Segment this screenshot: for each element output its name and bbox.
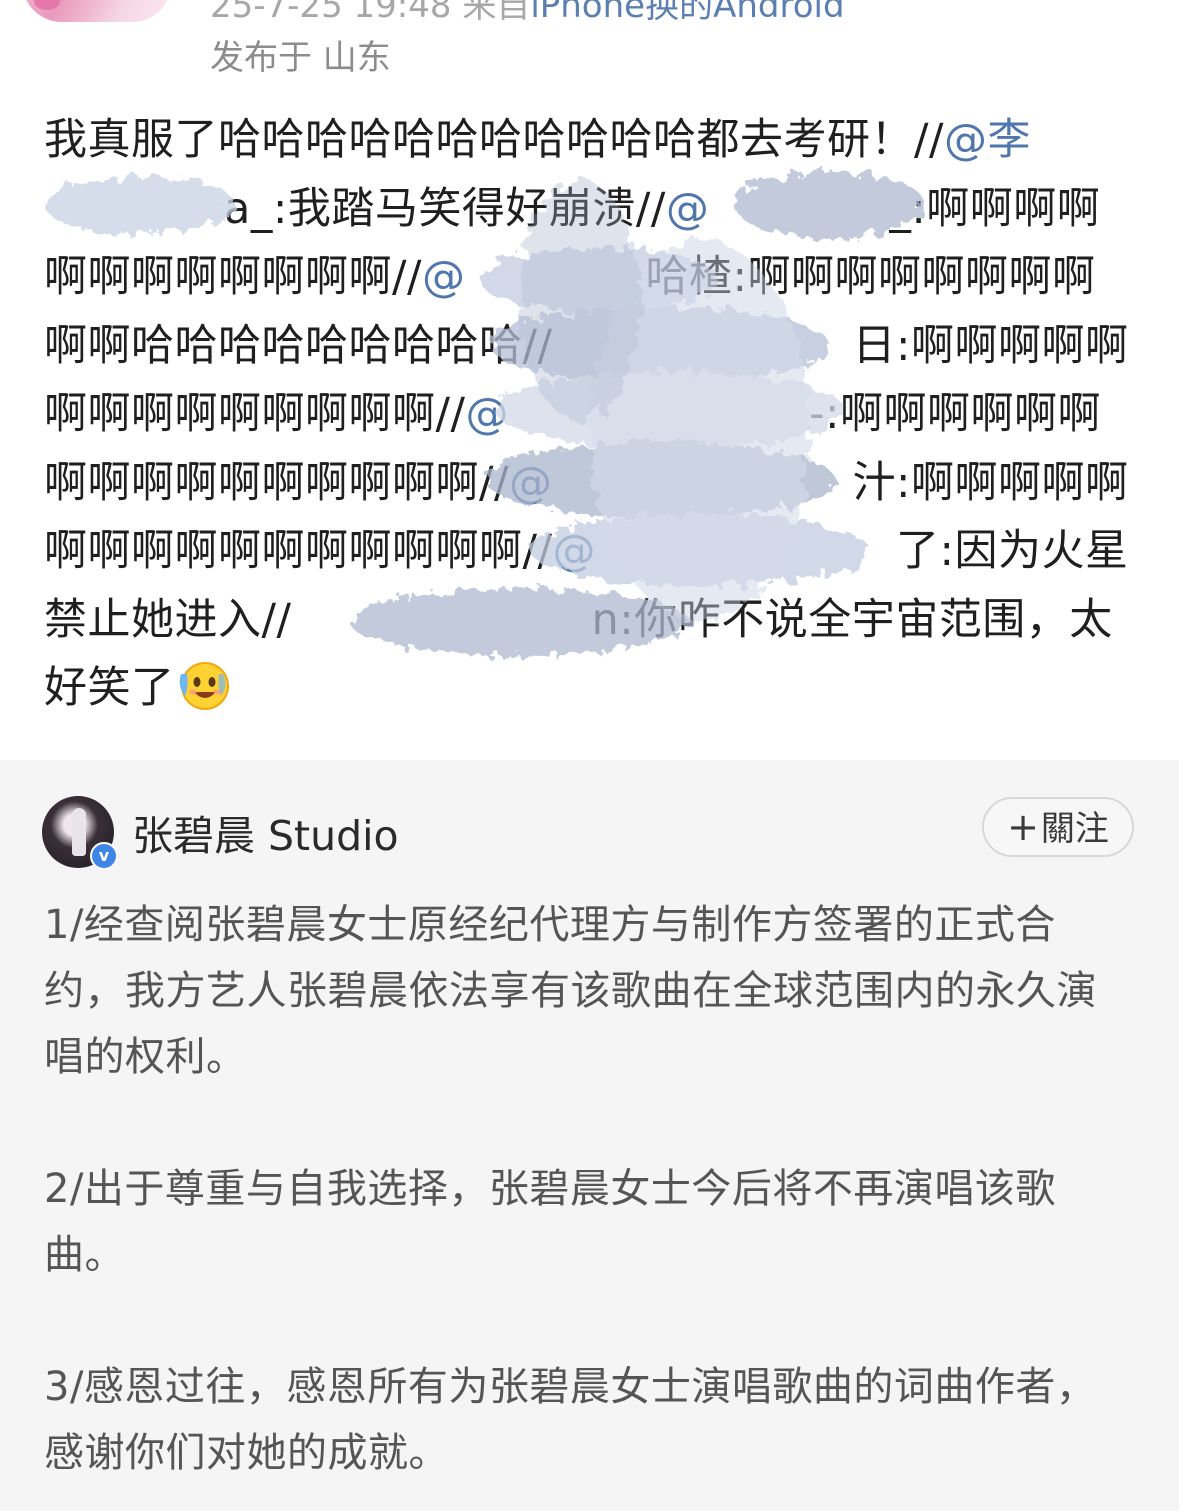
original-post-body: 1/经查阅张碧晨女士原经纪代理方与制作方签署的正式合约，我方艺人张碧晨依法享有该… bbox=[44, 892, 1134, 1511]
post-paragraph: 2/出于尊重与自我选择，张碧晨女士今后将不再演唱该歌曲。 bbox=[44, 1166, 1056, 1278]
mention-link[interactable]: @ bbox=[465, 389, 509, 439]
repost-text: 我真服了哈哈哈哈哈哈哈哈哈哈哈都去考研！//@李a_:我踏马笑得好崩溃//@ _:… bbox=[44, 106, 1134, 723]
mention-link[interactable]: @ bbox=[666, 184, 710, 234]
source-link[interactable]: iPhone换的Android bbox=[530, 0, 844, 26]
redacted-username bbox=[291, 596, 591, 640]
redacted-username bbox=[552, 459, 852, 503]
post-paragraph: 3/感恩过往，感恩所有为张碧晨女士演唱歌曲的词曲作者，感谢你们对她的成就。 bbox=[44, 1364, 1097, 1476]
post-header: 25-7-25 19:48 来自iPhone换的Android 发布于 山东 bbox=[0, 0, 1179, 90]
repost-segment: 我真服了哈哈哈哈哈哈哈哈哈哈哈都去考研！// bbox=[44, 115, 944, 165]
mention-link[interactable]: @ bbox=[552, 526, 596, 576]
follow-label: 關注 bbox=[1040, 809, 1109, 849]
post-paragraph: 1/经查阅张碧晨女士原经纪代理方与制作方签署的正式合约，我方艺人张碧晨依法享有该… bbox=[44, 902, 1097, 1080]
redacted-username bbox=[709, 185, 889, 229]
repost-segment: a_:我踏马笑得好崩溃// bbox=[224, 183, 666, 234]
weibo-post-page: 25-7-25 19:48 来自iPhone换的Android 发布于 山东 我… bbox=[0, 0, 1179, 1511]
poster-avatar[interactable] bbox=[22, 0, 172, 22]
mention-link[interactable]: @ bbox=[509, 458, 553, 508]
redacted-username bbox=[596, 527, 896, 571]
laughing-tears-emoji bbox=[175, 656, 231, 712]
avatar-figure bbox=[72, 808, 86, 856]
plus-icon: + bbox=[1007, 805, 1039, 849]
mention-link[interactable]: @李 bbox=[944, 115, 1031, 165]
follow-button[interactable]: +關注 bbox=[982, 797, 1134, 857]
author-name[interactable]: 张碧晨 Studio bbox=[132, 802, 399, 862]
original-post-card[interactable]: v 张碧晨 Studio +關注 1/经查阅张碧晨女士原经纪代理方与制作方签署的… bbox=[0, 760, 1179, 1511]
post-meta: 25-7-25 19:48 来自iPhone换的Android bbox=[210, 0, 845, 27]
post-location: 发布于 山东 bbox=[210, 38, 391, 78]
source-prefix: 来自 bbox=[462, 0, 531, 26]
author-avatar[interactable]: v bbox=[42, 796, 118, 870]
redacted-username bbox=[552, 322, 852, 366]
redacted-username bbox=[465, 253, 645, 297]
post-timestamp: 25-7-25 19:48 bbox=[210, 0, 452, 26]
redacted-username bbox=[44, 185, 224, 229]
verified-badge-icon: v bbox=[90, 842, 118, 870]
mention-link[interactable]: @ bbox=[422, 252, 466, 302]
redacted-username bbox=[509, 390, 809, 434]
